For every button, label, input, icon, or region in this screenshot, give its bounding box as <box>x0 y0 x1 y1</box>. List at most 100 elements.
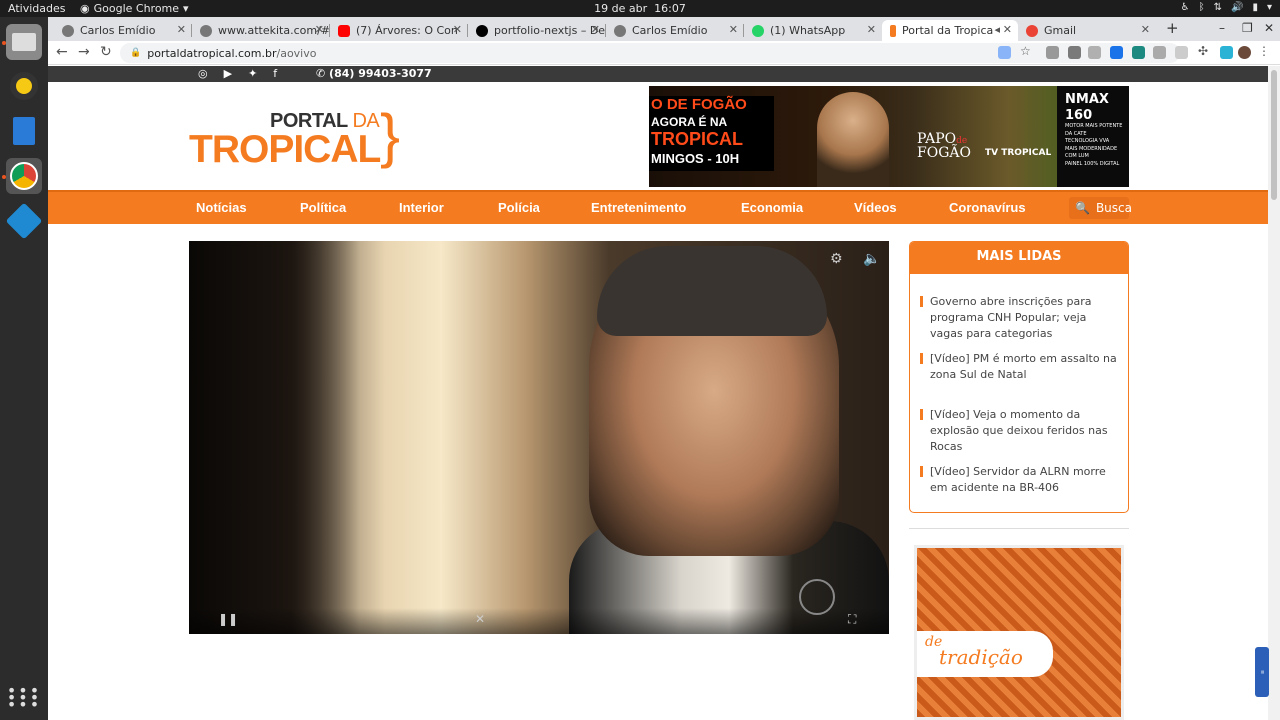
scrollbar-thumb[interactable] <box>1271 70 1277 200</box>
puzzle-icon[interactable]: ✣ <box>1198 44 1211 58</box>
mute-icon[interactable]: ✕ <box>475 612 485 626</box>
ad-tag: de tradição <box>917 631 1053 677</box>
writer-icon[interactable] <box>6 113 42 149</box>
app-grid-icon: ••• ••• ••• <box>6 680 42 714</box>
maximize-icon[interactable]: ❐ <box>1242 21 1253 35</box>
nav-economia[interactable]: Economia <box>741 200 803 215</box>
power-menu-icon[interactable]: ▾ <box>1267 2 1272 13</box>
forward-icon[interactable]: → <box>78 44 90 60</box>
nav-entretenimento[interactable]: Entretenimento <box>591 200 686 215</box>
portal-favicon-icon <box>890 24 896 37</box>
window-close-icon[interactable]: ✕ <box>1264 21 1274 35</box>
system-tray[interactable]: ♿ ᛒ ⇅ 🔊 ▮ ▾ <box>1181 2 1272 13</box>
close-icon[interactable]: ✕ <box>1141 23 1150 36</box>
search-input[interactable]: 🔍 Busca <box>1069 197 1132 219</box>
system-top-bar: Atividades ◉ Google Chrome ▾ 19 de abr 1… <box>0 0 1280 17</box>
tab-whatsapp[interactable]: (1) WhatsApp ✕ <box>744 20 882 41</box>
globe-icon <box>200 24 212 37</box>
banner-ad[interactable]: O DE FOGÃO AGORA É NA TROPICAL MINGOS - … <box>649 86 1129 187</box>
google-icon <box>1026 24 1038 37</box>
nav-videos[interactable]: Vídeos <box>854 200 897 215</box>
nav-interior[interactable]: Interior <box>399 200 444 215</box>
audio-icon[interactable]: ◂ <box>994 23 1000 36</box>
close-icon[interactable]: ✕ <box>1003 23 1012 36</box>
tv-tropical-logo: TV TROPICAL <box>985 148 1052 158</box>
screenshot-extension-icon[interactable] <box>1153 46 1166 59</box>
chrome-icon[interactable] <box>6 158 42 194</box>
close-icon[interactable]: ✕ <box>591 23 600 36</box>
tab-carlos-emidio-1[interactable]: Carlos Emídio ✕ <box>54 20 192 41</box>
rhythmbox-icon[interactable] <box>6 68 42 104</box>
social-icons: ◎ ▶ ✦ f <box>198 67 277 80</box>
facebook-icon[interactable]: f <box>273 67 277 80</box>
tab-gmail[interactable]: Gmail ✕ <box>1018 20 1156 41</box>
pause-icon[interactable]: ❚❚ <box>218 612 238 626</box>
page-scrollbar[interactable] <box>1268 66 1280 720</box>
tab-title: (1) WhatsApp <box>770 24 846 37</box>
most-read-item[interactable]: [Vídeo] Servidor da ALRN morre em aciden… <box>920 464 1120 496</box>
tab-portfolio[interactable]: portfolio-nextjs – De ✕ <box>468 20 606 41</box>
most-read-item[interactable]: Governo abre inscrições para programa CN… <box>920 294 1120 342</box>
back-icon[interactable]: ← <box>56 44 68 60</box>
whatsapp-phone[interactable]: ✆ (84) 99403-3077 <box>316 67 432 80</box>
close-icon[interactable]: ✕ <box>177 23 186 36</box>
nmax-line4: PAINEL 100% DIGITAL <box>1065 160 1120 167</box>
extension-icon[interactable] <box>1068 46 1081 59</box>
live-video-player[interactable]: ⚙ 🔈 ❚❚ ✕ ⛶ <box>189 241 889 634</box>
new-tab-button[interactable]: + <box>1166 19 1179 37</box>
tab-attekita[interactable]: www.attekita.com/# ✕ <box>192 20 330 41</box>
battery-icon[interactable]: ▮ <box>1252 2 1258 13</box>
vscode-icon[interactable] <box>5 202 43 240</box>
close-icon[interactable]: ✕ <box>867 23 876 36</box>
extension-icon[interactable] <box>1220 46 1233 59</box>
most-read-widget: MAIS LIDAS Governo abre inscrições para … <box>909 241 1129 513</box>
download-extension-icon[interactable] <box>1110 46 1123 59</box>
minimize-icon[interactable]: – <box>1219 21 1225 35</box>
video-figure-hair <box>597 246 827 336</box>
most-read-item[interactable]: [Vídeo] PM é morto em assalto na zona Su… <box>920 351 1120 383</box>
extension-icon[interactable] <box>1175 46 1188 59</box>
close-icon[interactable]: ✕ <box>729 23 738 36</box>
instagram-icon[interactable]: ◎ <box>198 67 208 80</box>
nmax-line3: MAIS MODERNIDADE COM LUM <box>1065 145 1118 160</box>
globe-icon <box>614 24 626 37</box>
network-icon[interactable]: ⇅ <box>1214 2 1222 13</box>
nav-policia[interactable]: Polícia <box>498 200 540 215</box>
settings-gear-icon[interactable]: ⚙ <box>830 251 843 267</box>
avatar[interactable] <box>1238 46 1251 59</box>
files-icon[interactable] <box>6 24 42 60</box>
tab-portal-da-tropical[interactable]: Portal da Tropica ◂ ✕ <box>882 20 1018 41</box>
accessibility-icon[interactable]: ♿ <box>1181 2 1190 13</box>
extension-icon[interactable] <box>1132 46 1145 59</box>
camera-extension-icon[interactable] <box>1046 46 1059 59</box>
globe-icon <box>62 24 74 37</box>
youtube-icon[interactable]: ▶ <box>224 67 232 80</box>
reload-icon[interactable]: ↻ <box>100 44 112 60</box>
show-applications-icon[interactable]: ••• ••• ••• <box>6 679 42 715</box>
most-read-item[interactable]: [Vídeo] Veja o momento da explosão que d… <box>920 407 1120 455</box>
channel-watermark-icon <box>799 579 835 615</box>
twitter-icon[interactable]: ✦ <box>248 67 257 80</box>
volume-icon[interactable]: 🔊 <box>1231 2 1243 13</box>
nav-noticias[interactable]: Notícias <box>196 200 247 215</box>
close-icon[interactable]: ✕ <box>315 23 324 36</box>
fullscreen-icon[interactable]: ⛶ <box>848 612 856 627</box>
bookmark-star-icon[interactable]: ☆ <box>1020 44 1033 58</box>
running-indicator <box>2 175 6 179</box>
volume-icon[interactable]: 🔈 <box>863 251 880 267</box>
floating-badge[interactable]: ≡ <box>1255 647 1269 697</box>
clock[interactable]: 19 de abr 16:07 <box>0 2 1280 15</box>
banner-text-block: O DE FOGÃO AGORA É NA TROPICAL MINGOS - … <box>649 96 774 171</box>
close-icon[interactable]: ✕ <box>453 23 462 36</box>
translate-icon[interactable] <box>998 46 1011 59</box>
nav-coronavirus[interactable]: Coronavírus <box>949 200 1026 215</box>
kebab-menu-icon[interactable]: ⋮ <box>1258 44 1271 58</box>
tab-title: Carlos Emídio <box>80 24 156 37</box>
extension-icon[interactable] <box>1088 46 1101 59</box>
tab-carlos-emidio-2[interactable]: Carlos Emídio ✕ <box>606 20 744 41</box>
sidebar-ad[interactable]: de tradição <box>914 545 1124 720</box>
tab-youtube[interactable]: (7) Árvores: O Con ✕ <box>330 20 468 41</box>
bluetooth-icon[interactable]: ᛒ <box>1199 2 1205 13</box>
tab-title: (7) Árvores: O Con <box>356 24 458 37</box>
nav-politica[interactable]: Política <box>300 200 346 215</box>
